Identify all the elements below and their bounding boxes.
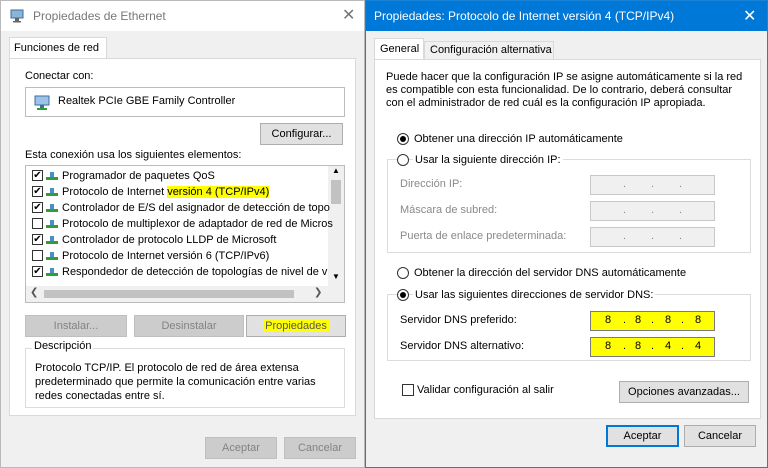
list-item-label: Protocolo de Internet: [62, 186, 168, 198]
advanced-options-button[interactable]: Opciones avanzadas...: [619, 381, 749, 403]
gateway-label: Puerta de enlace predeterminada:: [400, 230, 567, 242]
horizontal-scrollbar[interactable]: ❮ ❯: [26, 286, 344, 302]
list-item-checkbox[interactable]: ✔: [32, 186, 43, 197]
general-panel: Puede hacer que la configuración IP se a…: [374, 59, 761, 419]
list-item-checkbox[interactable]: ✔: [32, 170, 43, 181]
alternate-dns-octet-3: 4: [665, 340, 672, 352]
network-adapter-icon: [10, 9, 24, 23]
uninstall-button[interactable]: Desinstalar: [134, 315, 244, 337]
list-item-label: Programador de paquetes QoS: [62, 170, 215, 182]
alternate-dns-label: Servidor DNS alternativo:: [400, 340, 525, 352]
ipv4-titlebar: Propiedades: Protocolo de Internet versi…: [366, 1, 767, 31]
preferred-dns-field[interactable]: 8 . 8 . 8 . 8: [590, 311, 715, 331]
preferred-dns-label: Servidor DNS preferido:: [400, 314, 517, 326]
network-component-icon: [46, 252, 58, 260]
list-item-checkbox[interactable]: [32, 250, 43, 261]
tab-network-functions-label: Funciones de red: [14, 42, 99, 54]
list-item-checkbox[interactable]: [32, 218, 43, 229]
alternate-dns-octet-4: 4: [695, 340, 702, 352]
list-item-label-wrap: Protocolo de Internet versión 4 (TCP/IPv…: [62, 184, 270, 200]
network-component-icon: [46, 268, 58, 276]
dns-auto-radio[interactable]: [397, 267, 409, 279]
items-label: Esta conexión usa los siguientes element…: [25, 149, 242, 161]
alternate-dns-octet-2: 8: [635, 340, 642, 352]
scroll-up-icon[interactable]: ▲: [332, 166, 340, 175]
alternate-dns-octet-1: 8: [605, 340, 612, 352]
preferred-dns-octet-2: 8: [635, 314, 642, 326]
tab-general[interactable]: General: [374, 38, 424, 60]
adapter-box: Realtek PCIe GBE Family Controller: [25, 87, 345, 117]
preferred-dns-octet-1: 8: [605, 314, 612, 326]
ethernet-properties-window: Propiedades de Ethernet ✕ Funciones de r…: [0, 0, 365, 468]
install-button[interactable]: Instalar...: [25, 315, 127, 337]
gateway-field[interactable]: ...: [590, 227, 715, 247]
ethernet-accept-button[interactable]: Aceptar: [205, 437, 277, 459]
description-group-label: Descripción: [32, 340, 94, 352]
validate-label[interactable]: Validar configuración al salir: [417, 384, 554, 396]
list-item-checkbox[interactable]: ✔: [32, 234, 43, 245]
preferred-dns-octet-4: 8: [695, 314, 702, 326]
list-item-checkbox[interactable]: ✔: [32, 202, 43, 213]
dns-auto-label[interactable]: Obtener la dirección del servidor DNS au…: [414, 267, 686, 279]
ethernet-titlebar: Propiedades de Ethernet ✕: [1, 1, 364, 31]
connect-using-label: Conectar con:: [25, 70, 94, 82]
adapter-icon: [34, 95, 50, 110]
close-icon[interactable]: ✕: [743, 6, 756, 26]
ethernet-window-title: Propiedades de Ethernet: [33, 9, 166, 23]
alternate-dns-field[interactable]: 8 . 8 . 4 . 4: [590, 337, 715, 357]
network-component-icon: [46, 204, 58, 212]
subnet-field[interactable]: ...: [590, 201, 715, 221]
ipv4-cancel-button[interactable]: Cancelar: [684, 425, 756, 447]
properties-button-label: Propiedades: [263, 320, 329, 332]
description-text: Protocolo TCP/IP. El protocolo de red de…: [35, 362, 316, 402]
list-item-label: Protocolo de Internet versión 6 (TCP/IPv…: [62, 250, 270, 262]
list-item-label: Protocolo de multiplexor de adaptador de…: [62, 218, 333, 230]
ip-address-label: Dirección IP:: [400, 178, 463, 190]
network-component-icon: [46, 236, 58, 244]
ipv4-properties-window: Propiedades: Protocolo de Internet versi…: [365, 0, 768, 468]
scroll-right-icon[interactable]: ❯: [314, 287, 322, 298]
tab-alternate-config[interactable]: Configuración alternativa: [424, 41, 554, 60]
list-item-label: Controlador de E/S del asignador de dete…: [62, 202, 330, 214]
ip-manual-label[interactable]: Usar la siguiente dirección IP:: [413, 154, 563, 166]
intro-text: Puede hacer que la configuración IP se a…: [386, 71, 743, 109]
close-icon[interactable]: ✕: [342, 5, 355, 25]
ipv4-accept-button[interactable]: Aceptar: [606, 425, 679, 447]
preferred-dns-octet-3: 8: [665, 314, 672, 326]
properties-button[interactable]: Propiedades: [246, 315, 346, 337]
network-component-icon: [46, 220, 58, 228]
tab-panel: Conectar con: Realtek PCIe GBE Family Co…: [9, 58, 356, 416]
scroll-thumb[interactable]: [331, 180, 341, 204]
scroll-down-icon[interactable]: ▼: [332, 272, 340, 281]
ip-auto-radio[interactable]: [397, 133, 409, 145]
list-item-label: Controlador de protocolo LLDP de Microso…: [62, 234, 277, 246]
ethernet-cancel-button[interactable]: Cancelar: [284, 437, 356, 459]
subnet-label: Máscara de subred:: [400, 204, 498, 216]
scroll-left-icon[interactable]: ❮: [30, 287, 38, 298]
network-component-icon: [46, 172, 58, 180]
validate-checkbox[interactable]: [402, 384, 414, 396]
dns-manual-radio[interactable]: [397, 289, 409, 301]
tab-network-functions[interactable]: Funciones de red: [9, 37, 107, 59]
configure-button[interactable]: Configurar...: [260, 123, 343, 145]
network-component-icon: [46, 188, 58, 196]
list-item-checkbox[interactable]: ✔: [32, 266, 43, 277]
ip-address-field[interactable]: ...: [590, 175, 715, 195]
ip-manual-radio[interactable]: [397, 154, 409, 166]
list-item-highlight: versión 4 (TCP/IPv4): [167, 186, 270, 198]
components-list[interactable]: ▲ ▼ ❮ ❯ ✔ Programador de paquetes QoS ✔ Pro…: [25, 165, 345, 303]
ipv4-window-title: Propiedades: Protocolo de Internet versi…: [374, 9, 675, 23]
dns-manual-label[interactable]: Usar las siguientes direcciones de servi…: [413, 289, 656, 301]
list-item-label: Respondedor de detección de topologías d…: [62, 266, 328, 278]
adapter-name: Realtek PCIe GBE Family Controller: [58, 95, 236, 107]
ip-auto-label[interactable]: Obtener una dirección IP automáticamente: [414, 133, 623, 145]
tab-general-label: General: [380, 43, 420, 55]
h-scroll-thumb[interactable]: [44, 290, 294, 298]
tab-alternate-config-label: Configuración alternativa: [430, 44, 552, 56]
